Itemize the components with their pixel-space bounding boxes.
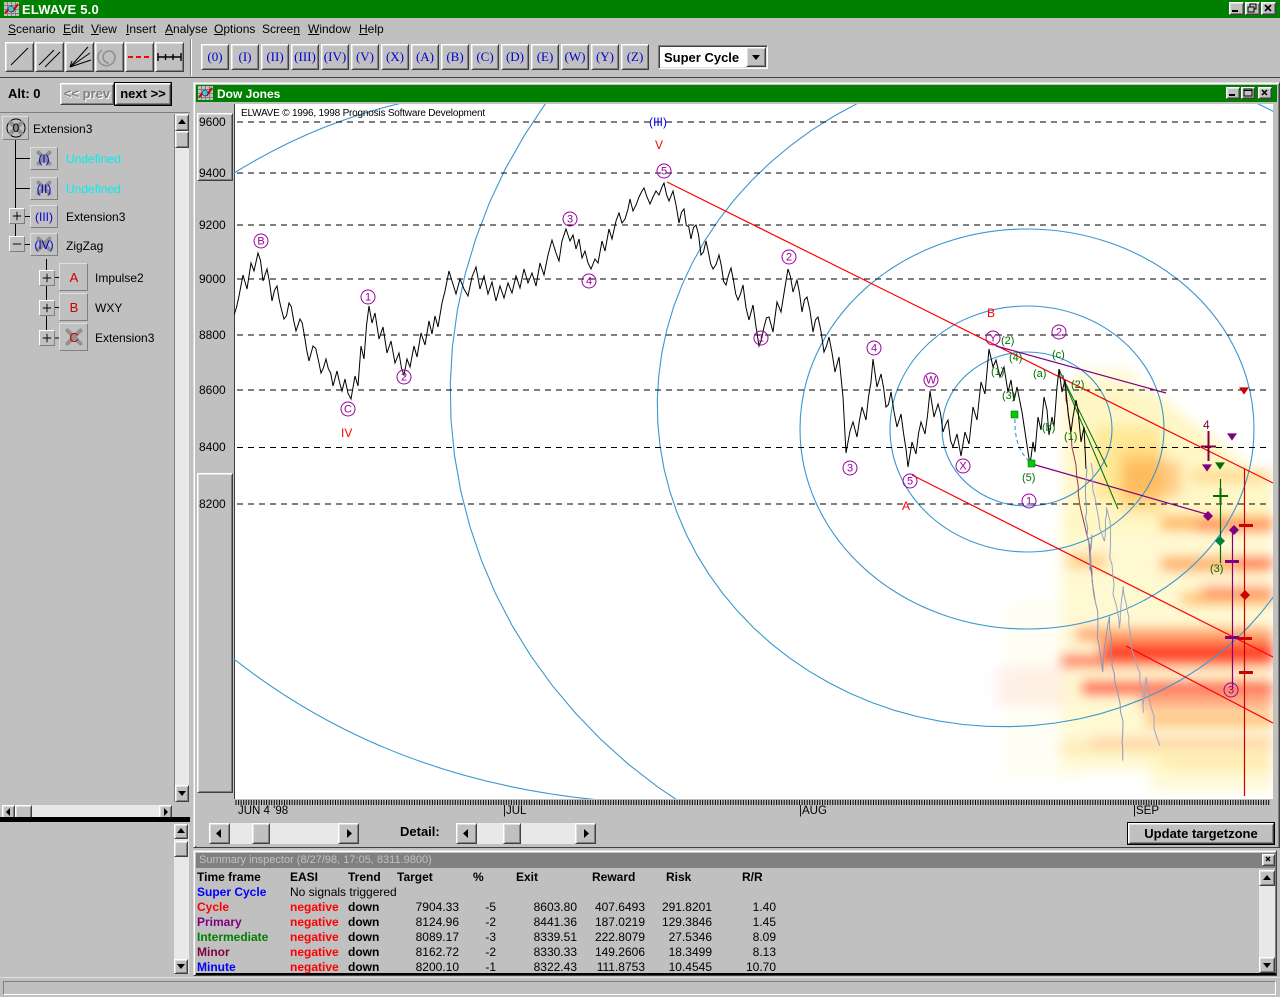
- svg-text:W: W: [926, 375, 937, 387]
- svg-text:5: 5: [661, 166, 667, 178]
- svg-text:|AUG: |AUG: [799, 805, 827, 817]
- svg-text:C: C: [69, 330, 78, 345]
- svg-text:4: 4: [1203, 418, 1210, 432]
- svg-text:(III): (III): [35, 210, 53, 224]
- svg-text:3: 3: [567, 214, 573, 226]
- svg-text:|JUL: |JUL: [503, 805, 527, 817]
- svg-text:JUN 4 '98: JUN 4 '98: [238, 805, 288, 817]
- svg-text:(3): (3): [1210, 563, 1223, 575]
- svg-text:(I): (I): [38, 152, 49, 166]
- svg-text:0: 0: [13, 121, 20, 135]
- svg-text:(c): (c): [1052, 349, 1065, 361]
- svg-text:B: B: [257, 236, 264, 248]
- svg-text:Y: Y: [989, 333, 997, 345]
- svg-text:(1): (1): [991, 366, 1004, 378]
- svg-text:2: 2: [401, 372, 407, 384]
- svg-text:1: 1: [365, 292, 371, 304]
- svg-text:2: 2: [1056, 327, 1062, 339]
- svg-text:X: X: [959, 461, 967, 473]
- svg-text:(II): (II): [37, 182, 52, 196]
- svg-text:(2): (2): [1071, 379, 1084, 391]
- svg-text:3: 3: [1228, 685, 1234, 697]
- svg-text:V: V: [655, 138, 663, 152]
- svg-text:ELWAVE © 1996, 1998 Prognosis: ELWAVE © 1996, 1998 Prognosis Software D…: [241, 108, 485, 119]
- svg-text:C: C: [344, 404, 352, 416]
- svg-text:(3): (3): [1002, 390, 1015, 402]
- svg-text:(III): (III): [649, 115, 667, 129]
- svg-text:A: A: [70, 270, 79, 285]
- svg-text:4: 4: [871, 343, 877, 355]
- svg-text:(5): (5): [1022, 472, 1035, 484]
- svg-text:5: 5: [907, 476, 913, 488]
- svg-text:(b): (b): [1042, 422, 1055, 434]
- svg-text:2: 2: [786, 252, 792, 264]
- svg-text:A: A: [902, 499, 910, 513]
- svg-text:|SEP: |SEP: [1133, 805, 1159, 817]
- svg-text:B: B: [70, 300, 79, 315]
- svg-text:(a): (a): [1033, 368, 1046, 380]
- svg-text:(4): (4): [1009, 352, 1022, 364]
- svg-text:4: 4: [586, 276, 592, 288]
- svg-text:IV: IV: [341, 426, 352, 440]
- svg-text:3: 3: [847, 463, 853, 475]
- svg-text:B: B: [987, 306, 995, 320]
- svg-text:1: 1: [1026, 496, 1032, 508]
- svg-text:(IV): (IV): [34, 238, 53, 252]
- svg-text:(1): (1): [1064, 431, 1077, 443]
- svg-text:1: 1: [758, 333, 764, 345]
- svg-text:(2): (2): [1001, 335, 1014, 347]
